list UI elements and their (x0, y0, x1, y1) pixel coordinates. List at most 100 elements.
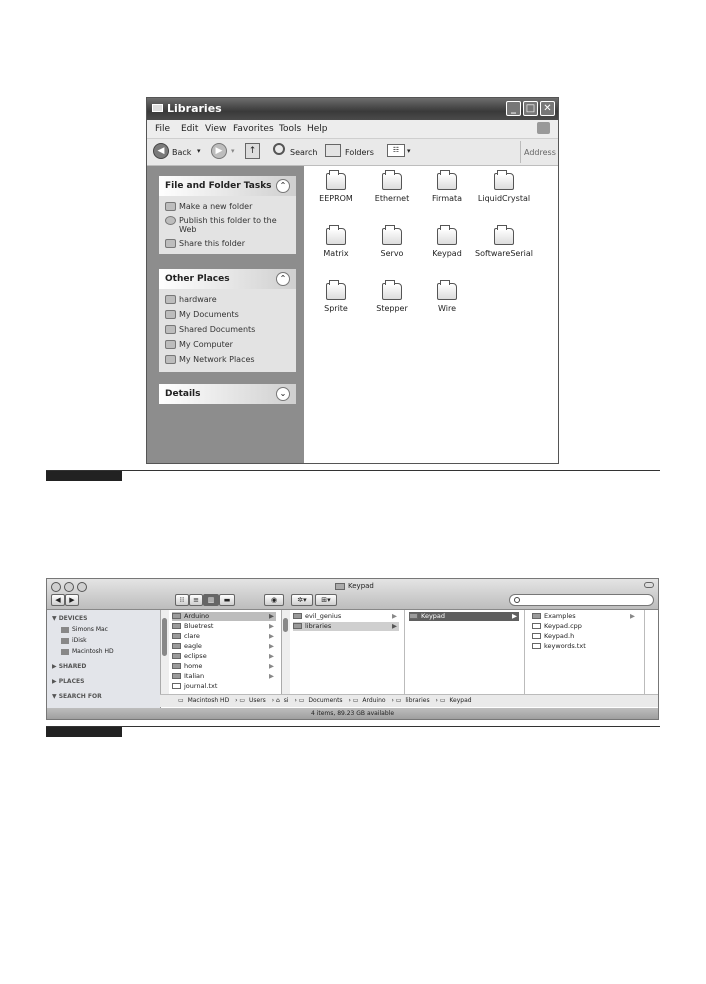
folder-item[interactable]: Matrix (307, 225, 365, 258)
path-segment[interactable]: ▭ Documents (299, 697, 345, 704)
task-share-folder[interactable]: Share this folder (159, 239, 296, 248)
menu-edit[interactable]: Edit (181, 124, 198, 134)
quick-look-eye-icon[interactable]: ◉ (264, 594, 284, 606)
menu-tools[interactable]: Tools (279, 124, 301, 134)
scroll-thumb[interactable] (162, 618, 167, 656)
folder-item[interactable]: Servo (363, 225, 421, 258)
forward-dropdown-icon[interactable]: ▾ (231, 147, 235, 155)
path-segment[interactable]: ▭ Macintosh HD (178, 697, 231, 704)
list-item[interactable]: Examples ▶ (532, 612, 637, 621)
sidebar-section-places[interactable]: ▶ PLACES (52, 678, 84, 685)
arrange-icon[interactable]: ⊞▾ (315, 594, 337, 606)
views-dropdown-icon[interactable]: ▾ (407, 147, 411, 155)
path-segment[interactable]: ▭ Keypad (440, 697, 474, 704)
list-item-selected[interactable]: Keypad ▶ (409, 612, 519, 621)
path-label: Arduino (362, 697, 386, 704)
search-icon[interactable] (273, 143, 285, 155)
folder-item[interactable]: Ethernet (363, 170, 421, 203)
folder-item[interactable]: Sprite (307, 280, 365, 313)
sidebar-section-shared[interactable]: ▶ SHARED (52, 663, 86, 670)
expand-chevron-icon[interactable]: ⌄ (276, 387, 290, 401)
views-icon[interactable]: ☷ (387, 144, 405, 157)
place-shared-documents[interactable]: Shared Documents (159, 325, 296, 334)
list-item[interactable]: Keypad.cpp (532, 622, 637, 631)
list-item[interactable]: Bluetrest ▶ (172, 622, 276, 631)
folder-icon (326, 170, 346, 190)
coverflow-view-button[interactable]: ▬ (219, 594, 235, 606)
path-segment[interactable]: ▭ Users (239, 697, 267, 704)
panel-header[interactable]: Other Places ⌃ (159, 269, 296, 289)
list-item[interactable]: evil_genius ▶ (293, 612, 399, 621)
folder-item[interactable]: Firmata (418, 170, 476, 203)
folder-item[interactable]: Keypad (418, 225, 476, 258)
task-make-new-folder[interactable]: Make a new folder (159, 202, 296, 211)
folders-icon[interactable] (325, 144, 341, 157)
item-label: eagle (184, 642, 202, 650)
zoom-button[interactable] (77, 582, 87, 592)
sidebar-item-simons-mac[interactable]: Simons Mac (61, 626, 108, 633)
folder-item[interactable]: LiquidCrystal (475, 170, 533, 203)
list-item[interactable]: clare ▶ (172, 632, 276, 641)
list-item[interactable]: home ▶ (172, 662, 276, 671)
back-dropdown-icon[interactable]: ▾ (197, 147, 201, 155)
list-item[interactable]: journal.txt (172, 682, 276, 691)
sidebar-section-devices[interactable]: ▼ DEVICES (52, 615, 87, 622)
back-button-label[interactable]: Back (172, 148, 191, 157)
list-view-button[interactable]: ≡ (189, 594, 203, 606)
sidebar-section-search-for[interactable]: ▼ SEARCH FOR (52, 693, 102, 700)
task-publish-folder[interactable]: Publish this folder to the Web (159, 216, 296, 234)
collapse-chevron-icon[interactable]: ⌃ (276, 272, 290, 286)
action-gear-icon[interactable]: ✲▾ (291, 594, 313, 606)
folder-label: LiquidCrystal (477, 194, 531, 203)
menu-help[interactable]: Help (307, 124, 328, 134)
folder-icon (172, 663, 181, 669)
icon-view-button[interactable]: ⁞⁞ (175, 594, 189, 606)
maximize-icon[interactable]: □ (523, 101, 538, 116)
place-hardware[interactable]: hardware (159, 295, 296, 304)
path-segment[interactable]: ⌂ si (276, 697, 291, 704)
folders-button-label[interactable]: Folders (345, 148, 374, 157)
menu-favorites[interactable]: Favorites (233, 124, 274, 134)
sidebar-item-macintosh-hd[interactable]: Macintosh HD (61, 648, 114, 655)
menu-view[interactable]: View (205, 124, 226, 134)
forward-arrow-icon[interactable]: ▶ (211, 143, 227, 159)
folder-item[interactable]: Wire (418, 280, 476, 313)
scrollbar[interactable] (281, 610, 290, 694)
back-arrow-icon[interactable]: ◀ (153, 143, 169, 159)
close-icon[interactable]: ✕ (540, 101, 555, 116)
place-my-documents[interactable]: My Documents (159, 310, 296, 319)
place-my-network-places[interactable]: My Network Places (159, 355, 296, 364)
panel-header[interactable]: Details ⌄ (159, 384, 296, 404)
list-item-selected[interactable]: Arduino ▶ (172, 612, 276, 621)
toolbar-toggle-button[interactable] (644, 582, 654, 588)
menu-file[interactable]: File (155, 124, 170, 134)
xp-title-bar[interactable]: Libraries _ □ ✕ (147, 98, 558, 120)
up-folder-icon[interactable]: ↑ (245, 143, 260, 159)
list-item[interactable]: Keypad.h (532, 632, 637, 641)
list-item[interactable]: eclipse ▶ (172, 652, 276, 661)
minimize-button[interactable] (64, 582, 74, 592)
search-button-label[interactable]: Search (290, 148, 317, 157)
collapse-chevron-icon[interactable]: ⌃ (276, 179, 290, 193)
column-view-button[interactable]: ▥ (203, 594, 219, 606)
back-button[interactable]: ◀ (51, 594, 65, 606)
list-item-selected[interactable]: libraries ▶ (293, 622, 399, 631)
list-item[interactable]: keywords.txt (532, 642, 637, 651)
list-item[interactable]: eagle ▶ (172, 642, 276, 651)
list-item[interactable]: Italian ▶ (172, 672, 276, 681)
search-input[interactable] (509, 594, 654, 606)
xp-explorer-window: Libraries _ □ ✕ File Edit View Favorites… (146, 97, 559, 464)
close-button[interactable] (51, 582, 61, 592)
forward-button[interactable]: ▶ (65, 594, 79, 606)
folder-item[interactable]: Stepper (363, 280, 421, 313)
minimize-icon[interactable]: _ (506, 101, 521, 116)
scrollbar[interactable] (160, 610, 169, 694)
scroll-thumb[interactable] (283, 618, 288, 632)
path-segment[interactable]: ▭ Arduino (353, 697, 388, 704)
folder-item[interactable]: SoftwareSerial (475, 225, 533, 258)
panel-header[interactable]: File and Folder Tasks ⌃ (159, 176, 296, 196)
place-my-computer[interactable]: My Computer (159, 340, 296, 349)
folder-item[interactable]: EEPROM (307, 170, 365, 203)
path-segment[interactable]: ▭ libraries (396, 697, 432, 704)
sidebar-item-idisk[interactable]: iDisk (61, 637, 87, 644)
